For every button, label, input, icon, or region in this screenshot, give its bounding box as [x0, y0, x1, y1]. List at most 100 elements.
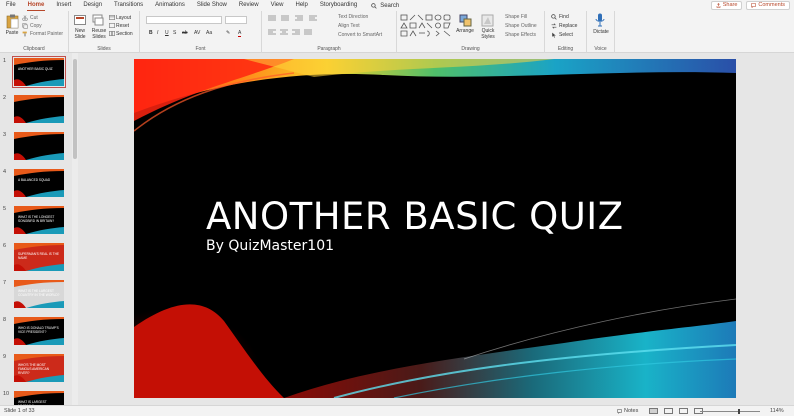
tab-home[interactable]: Home [22, 0, 51, 11]
arrange-icon[interactable] [459, 14, 472, 27]
shadow-icon[interactable]: S [173, 30, 176, 36]
quick-styles-button[interactable]: Quick Styles [476, 28, 500, 40]
slide-thumbnail-row[interactable]: 1 ANOTHER BASIC QUIZ [0, 56, 72, 88]
tab-animations[interactable]: Animations [149, 0, 191, 11]
slide-thumbnail[interactable]: WHAT IS THE LONGEST SONGBIRD IN BRITAIN? [14, 206, 64, 234]
slide-thumbnail-row[interactable]: 2 [0, 95, 72, 125]
shape-effects-button[interactable]: Shape Effects [505, 32, 536, 38]
share-button[interactable]: Share [710, 1, 743, 10]
slide-thumbnail-row[interactable]: 3 [0, 132, 72, 162]
alignment-icons[interactable] [268, 29, 323, 35]
tab-view[interactable]: View [265, 0, 290, 11]
slide-thumbnail-row[interactable]: 7 WHAT IS THE LARGEST COUNTRY IN THE WORL… [0, 280, 72, 310]
paste-button-label[interactable]: Paste [2, 30, 22, 36]
microphone-icon[interactable] [595, 13, 605, 27]
slide-thumbnail[interactable] [14, 95, 64, 123]
slide-thumbnail-row[interactable]: 10 WHAT IS LARGEST MAMMAL? [0, 391, 72, 405]
character-spacing-icon[interactable]: AV [194, 30, 200, 36]
change-case-icon[interactable]: Aa [206, 30, 212, 36]
tab-file[interactable]: File [0, 0, 22, 11]
find-button[interactable]: Find [559, 14, 569, 20]
normal-view-icon[interactable] [649, 408, 658, 414]
comment-icon [751, 3, 757, 8]
slide-thumbnail[interactable]: WHAT IS THE LARGEST COUNTRY IN THE WORLD… [14, 280, 64, 308]
tab-storyboarding[interactable]: Storyboarding [314, 0, 363, 11]
slide-title[interactable]: ANOTHER BASIC QUIZ [206, 195, 624, 238]
reuse-slides-button[interactable]: Reuse Slides [88, 28, 110, 40]
layout-icon [109, 15, 115, 20]
select-cursor-icon [552, 32, 556, 38]
find-icon [551, 14, 557, 20]
comments-button[interactable]: Comments [746, 1, 790, 10]
search-box[interactable]: Search [363, 3, 399, 9]
zoom-slider[interactable] [700, 411, 760, 412]
font-family-combo[interactable] [146, 16, 222, 24]
underline-icon[interactable]: U [165, 30, 169, 36]
align-text-button[interactable]: Align Text [338, 23, 360, 29]
share-label: Share [722, 2, 738, 8]
arrange-button[interactable]: Arrange [453, 28, 477, 34]
slide-thumbnail[interactable]: ANOTHER BASIC QUIZ [12, 56, 66, 88]
slide-thumbnail[interactable]: WHAT IS LARGEST MAMMAL? [14, 391, 64, 405]
font-size-combo[interactable] [225, 16, 247, 24]
zoom-level[interactable]: 114% [770, 408, 784, 414]
slide-sorter-icon[interactable] [664, 408, 673, 414]
cut-button[interactable]: Cut [30, 15, 38, 21]
dictate-button[interactable]: Dictate [588, 29, 614, 35]
slide-thumbnail[interactable]: WHO IS DONALD TRUMP'S VICE PRESIDENT? [14, 317, 64, 345]
layout-button[interactable]: Layout [116, 15, 131, 21]
slide-thumbnail-row[interactable]: 4 A BALANCED SQUAD [0, 169, 72, 199]
highlight-icon[interactable]: ✎ [226, 30, 230, 36]
tab-design[interactable]: Design [77, 0, 108, 11]
slides-group-label: Slides [97, 46, 111, 52]
thumbnail-text: WHO IS DONALD TRUMP'S VICE PRESIDENT? [18, 326, 59, 334]
slide-thumbnail[interactable] [14, 132, 64, 160]
tab-help[interactable]: Help [289, 0, 313, 11]
slide-thumbnail-row[interactable]: 8 WHO IS DONALD TRUMP'S VICE PRESIDENT? [0, 317, 72, 347]
paragraph-group: Text Direction Align Text Convert to Sma… [262, 11, 397, 53]
replace-icon [551, 23, 557, 29]
section-button[interactable]: Section [116, 31, 133, 37]
font-color-icon[interactable]: A [238, 30, 242, 37]
copy-button[interactable]: Copy [30, 23, 42, 29]
bold-icon[interactable]: B [149, 30, 153, 36]
slide-thumbnail-row[interactable]: 9 WHO'S THE MOST FAMOUS AMERICAN RIVER? [0, 354, 72, 384]
slide-subtitle[interactable]: By QuizMaster101 [206, 238, 334, 254]
shape-outline-button[interactable]: Shape Outline [505, 23, 537, 29]
slide-thumbnail-row[interactable]: 5 WHAT IS THE LONGEST SONGBIRD IN BRITAIN… [0, 206, 72, 236]
strikethrough-icon[interactable]: ab [182, 30, 188, 36]
text-direction-button[interactable]: Text Direction [338, 14, 368, 20]
zoom-slider-handle[interactable] [738, 409, 740, 414]
new-slide-icon[interactable] [74, 14, 86, 26]
replace-button[interactable]: Replace [559, 23, 577, 29]
format-painter-button[interactable]: Format Painter [30, 31, 63, 37]
shape-fill-button[interactable]: Shape Fill [505, 14, 527, 20]
convert-smartart-button[interactable]: Convert to SmartArt [338, 32, 382, 38]
reuse-slides-icon[interactable] [92, 14, 104, 26]
tab-review[interactable]: Review [233, 0, 265, 11]
slide-canvas[interactable]: ANOTHER BASIC QUIZ By QuizMaster101 [134, 59, 736, 398]
copy-icon [22, 23, 28, 29]
list-indent-icons[interactable] [268, 15, 323, 21]
thumbnail-text: WHO'S THE MOST FAMOUS AMERICAN RIVER? [18, 363, 49, 375]
select-button[interactable]: Select [559, 32, 573, 38]
slide-thumbnail-row[interactable]: 6 SUPERMAN'S REAL IS THE NAME [0, 243, 72, 273]
notes-button[interactable]: Notes [617, 408, 638, 414]
tab-insert[interactable]: Insert [50, 0, 77, 11]
reading-view-icon[interactable] [679, 408, 688, 414]
slide-thumbnail[interactable]: WHO'S THE MOST FAMOUS AMERICAN RIVER? [14, 354, 64, 382]
reset-button[interactable]: Reset [116, 23, 129, 29]
thumbnail-scrollbar[interactable] [72, 53, 78, 405]
slide-number: 4 [3, 169, 7, 175]
editing-group: Find Replace Select Editing [545, 11, 587, 53]
slide-thumbnail[interactable]: A BALANCED SQUAD [14, 169, 64, 197]
tab-slide-show[interactable]: Slide Show [191, 0, 233, 11]
italic-icon[interactable]: I [157, 30, 158, 36]
shapes-gallery-icon[interactable] [400, 14, 452, 40]
tab-transitions[interactable]: Transitions [108, 0, 149, 11]
slide-number: 8 [3, 317, 7, 323]
thumbnail-scroll-thumb[interactable] [73, 59, 77, 159]
slide-thumbnail[interactable]: SUPERMAN'S REAL IS THE NAME [14, 243, 64, 271]
quick-styles-icon[interactable] [481, 14, 494, 27]
paste-icon[interactable] [6, 14, 19, 29]
